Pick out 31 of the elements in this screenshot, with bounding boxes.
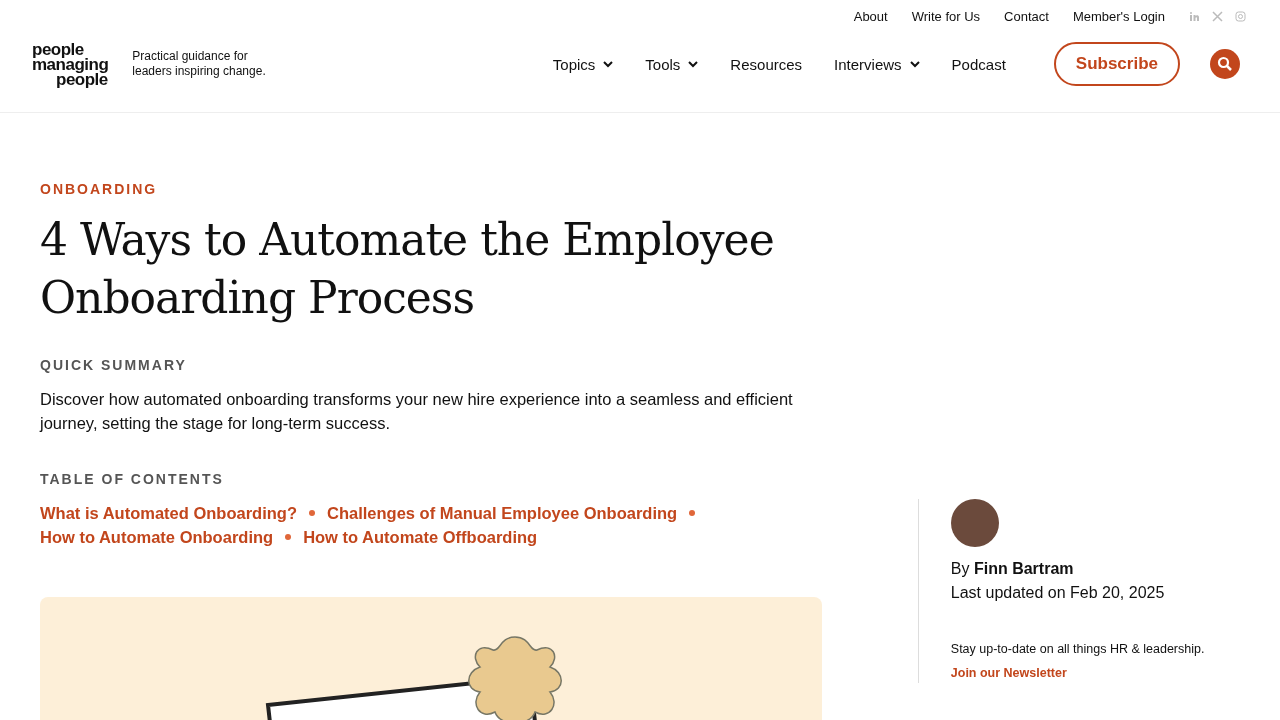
top-link[interactable]: About	[853, 8, 888, 24]
newsletter-text: Stay up-to-date on all things HR & leadership. Join our Newsletter	[950, 641, 1206, 682]
top-link[interactable]: Contact	[1004, 8, 1049, 24]
nav-item[interactable]: Interviews	[834, 55, 920, 73]
search-button[interactable]	[1210, 49, 1240, 79]
linkedin-icon[interactable]	[1189, 10, 1200, 22]
category-label[interactable]: ONBOARDING	[40, 181, 822, 197]
toc-link[interactable]: Challenges of Manual Employee Onboarding	[326, 501, 678, 525]
nav-item[interactable]: Podcast	[951, 55, 1006, 73]
toc-link[interactable]: How to Automate Offboarding	[303, 525, 538, 549]
toc-link[interactable]: How to Automate Onboarding	[40, 525, 274, 549]
search-icon	[1217, 56, 1233, 72]
top-link[interactable]: Member's Login	[1072, 8, 1165, 24]
summary-text: Discover how automated onboarding transforms your new hire experience into a seamless and efficient journey, setting the stage for long-term success.	[40, 389, 794, 434]
x-icon[interactable]	[1212, 10, 1223, 22]
article-title: 4 Ways to Automate the Employee Onboarding Process	[40, 213, 775, 325]
toc-link[interactable]: What is Automated Onboarding?	[40, 501, 297, 525]
author-avatar	[950, 499, 999, 547]
toc-heading: TABLE OF CONTENTS	[40, 471, 225, 487]
newsletter-link[interactable]: Join our Newsletter	[950, 666, 1067, 680]
summary-heading: QUICK SUMMARY	[40, 357, 188, 373]
subscribe-button[interactable]: Subscribe	[1053, 42, 1180, 86]
top-link[interactable]: Write for Us	[911, 8, 981, 24]
instagram-icon[interactable]	[1235, 10, 1246, 22]
nav-item[interactable]: Topics	[552, 55, 614, 73]
site-logo[interactable]: people managing people	[32, 41, 109, 87]
site-tagline: Practical guidance for leaders inspiring change.	[132, 49, 267, 79]
author-byline: By Finn Bartram	[950, 559, 1075, 579]
nav-item[interactable]: Tools	[645, 55, 699, 73]
last-updated: Last updated on Feb 20, 2025	[950, 583, 1166, 603]
nav-item[interactable]: Resources	[730, 55, 803, 73]
